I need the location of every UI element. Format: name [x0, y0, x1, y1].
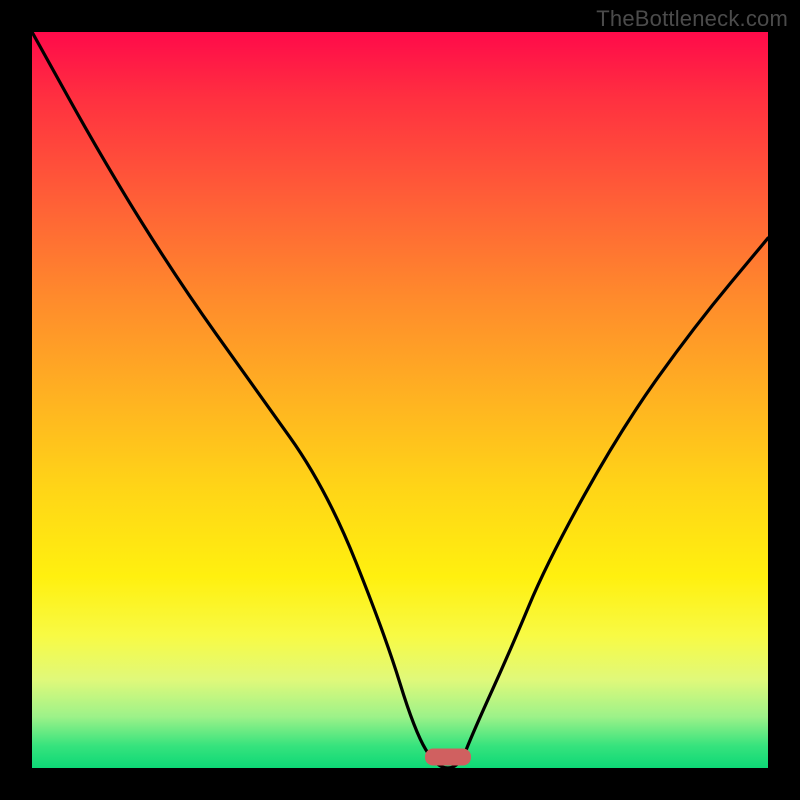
chart-background [32, 32, 768, 768]
chart-frame: TheBottleneck.com [0, 0, 800, 800]
watermark-text: TheBottleneck.com [596, 6, 788, 32]
optimal-marker [425, 748, 471, 765]
